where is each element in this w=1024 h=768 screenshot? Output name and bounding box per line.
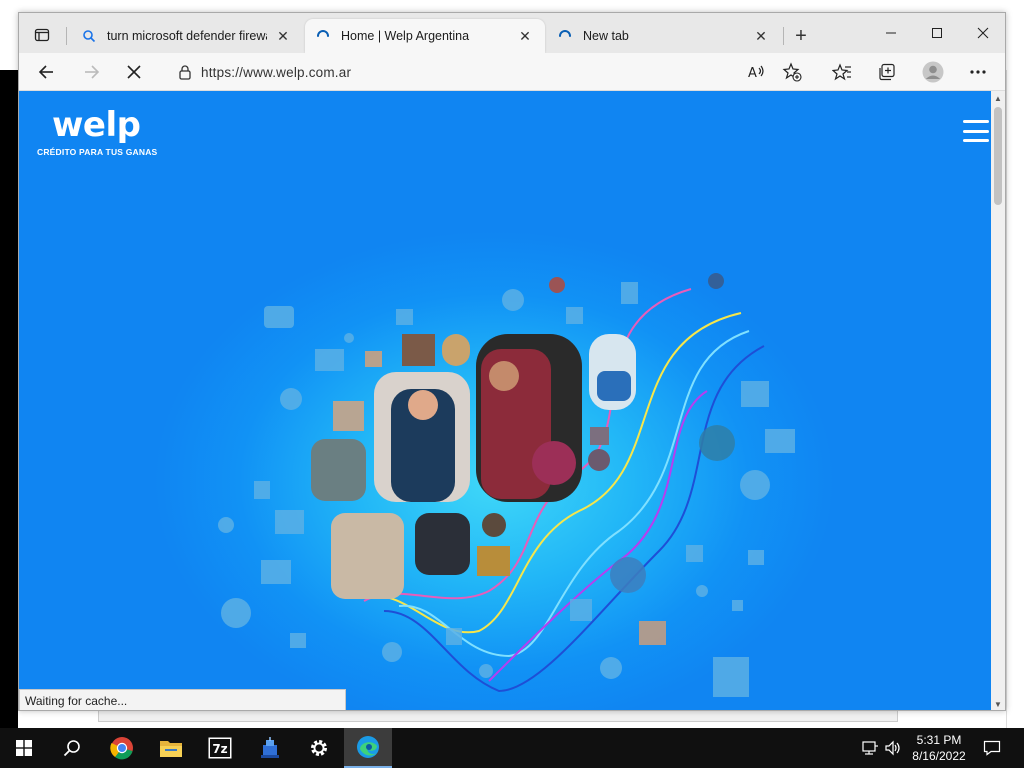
- close-icon: [127, 65, 141, 79]
- read-aloud-button[interactable]: A: [741, 57, 773, 87]
- favorites-button[interactable]: [826, 57, 858, 87]
- taskbar-search-button[interactable]: [48, 728, 96, 768]
- close-tab-icon[interactable]: ✕: [273, 26, 293, 46]
- chrome-icon: [110, 737, 133, 760]
- notification-icon: [983, 740, 1001, 756]
- stop-loading-button[interactable]: [118, 57, 150, 87]
- read-aloud-icon: A: [748, 65, 764, 81]
- taskbar-clock[interactable]: 5:31 PM 8/16/2022: [900, 732, 978, 764]
- network-tray[interactable]: [858, 728, 882, 768]
- start-button[interactable]: [0, 728, 48, 768]
- scroll-thumb[interactable]: [994, 107, 1002, 205]
- arrow-right-icon: [85, 65, 100, 79]
- tab-welp[interactable]: Home | Welp Argentina ✕: [305, 19, 545, 53]
- browser-window: turn microsoft defender firewall ✕ Home …: [18, 12, 1006, 711]
- collections-button[interactable]: [871, 57, 903, 87]
- page-viewport: welp CRÉDITO PARA TUS GANAS: [19, 91, 991, 710]
- tab-title: turn microsoft defender firewall: [107, 29, 267, 43]
- close-icon: [977, 27, 989, 39]
- star-add-icon: [782, 62, 802, 82]
- favorites-icon: [832, 63, 851, 81]
- loading-icon: [315, 28, 331, 44]
- search-icon: [63, 740, 80, 757]
- browser-toolbar: https://www.welp.com.ar A: [19, 53, 1005, 91]
- start-icon: [16, 740, 32, 756]
- url-text[interactable]: https://www.welp.com.ar: [201, 65, 351, 80]
- collections-icon: [879, 63, 895, 81]
- background-window-edge: [0, 70, 18, 728]
- taskbar-file-explorer[interactable]: [147, 728, 195, 768]
- close-window-button[interactable]: [960, 17, 1005, 49]
- tab-separator: [66, 27, 67, 45]
- background-window-edge-right: [1006, 70, 1024, 728]
- taskbar-network-app[interactable]: [246, 728, 294, 768]
- scroll-down-icon[interactable]: ▼: [991, 697, 1005, 710]
- settings-more-button[interactable]: [962, 57, 994, 87]
- clock-time: 5:31 PM: [916, 733, 962, 747]
- taskbar-chrome[interactable]: [98, 728, 146, 768]
- lock-icon[interactable]: [169, 64, 201, 80]
- add-favorite-button[interactable]: [776, 57, 808, 87]
- maximize-icon: [932, 28, 942, 38]
- tab-actions-icon: [34, 28, 50, 42]
- tab-actions-button[interactable]: [27, 23, 57, 47]
- tab-strip: turn microsoft defender firewall ✕ Home …: [19, 13, 1005, 53]
- taskbar-edge[interactable]: [344, 728, 392, 768]
- edge-icon: [357, 736, 379, 758]
- arrow-left-icon: [38, 65, 53, 79]
- back-button[interactable]: [30, 57, 62, 87]
- close-tab-icon[interactable]: ✕: [515, 26, 535, 46]
- vertical-scrollbar[interactable]: ▲ ▼: [991, 91, 1005, 710]
- tab-new[interactable]: New tab ✕: [547, 19, 781, 53]
- settings-icon: [311, 740, 327, 756]
- tab-separator: [783, 27, 784, 45]
- tab-title: New tab: [583, 29, 629, 43]
- new-tab-button[interactable]: +: [787, 23, 815, 49]
- address-bar[interactable]: https://www.welp.com.ar: [169, 57, 809, 87]
- maximize-button[interactable]: [914, 17, 960, 49]
- network-icon: [862, 741, 878, 755]
- profile-button[interactable]: [917, 57, 949, 87]
- taskbar: 7z 5:31 PM 8/16/2022: [0, 728, 1024, 768]
- status-bubble: Waiting for cache...: [19, 689, 346, 710]
- more-icon: [970, 70, 986, 74]
- minimize-button[interactable]: [868, 17, 914, 49]
- hero-illustration: [218, 273, 795, 697]
- taskbar-7zip[interactable]: 7z: [196, 728, 244, 768]
- close-tab-icon[interactable]: ✕: [751, 26, 771, 46]
- svg-text:A: A: [748, 66, 757, 81]
- clock-date: 8/16/2022: [912, 749, 966, 763]
- network-app-icon: [261, 737, 279, 758]
- minimize-icon: [886, 32, 896, 34]
- 7zip-label: 7z: [212, 742, 227, 756]
- forward-button[interactable]: [76, 57, 108, 87]
- plus-icon: +: [795, 24, 807, 47]
- taskbar-settings[interactable]: [295, 728, 343, 768]
- 7zip-icon: 7z: [208, 737, 232, 759]
- scroll-up-icon[interactable]: ▲: [991, 91, 1005, 105]
- notification-button[interactable]: [980, 728, 1004, 768]
- avatar-icon: [922, 61, 944, 83]
- search-icon: [81, 28, 97, 44]
- loading-icon: [557, 28, 573, 44]
- tab-search[interactable]: turn microsoft defender firewall ✕: [71, 19, 303, 53]
- file-explorer-icon: [160, 741, 182, 757]
- tab-title: Home | Welp Argentina: [341, 29, 470, 43]
